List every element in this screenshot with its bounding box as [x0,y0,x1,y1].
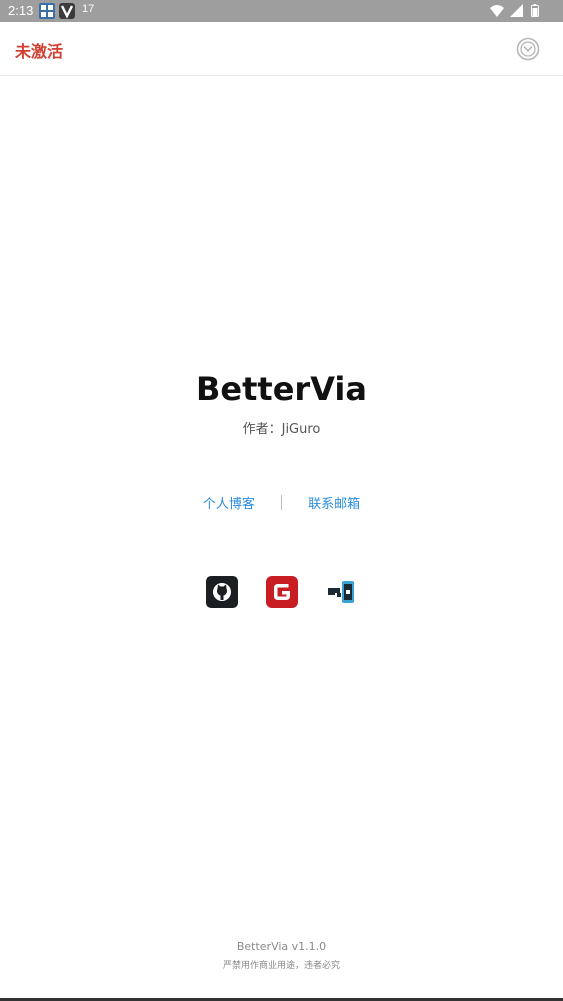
v-app-icon [59,3,75,19]
status-time: 2:13 [8,3,34,18]
links-row: 个人博客 联系邮箱 [0,493,563,512]
blog-link[interactable]: 个人博客 [203,497,255,512]
activation-status[interactable]: 未激活 [15,38,63,62]
status-bar: 2:13 17 [0,0,563,22]
grid-app-icon [39,3,55,19]
wifi-icon [489,5,504,17]
app-name: BetterVia [196,370,367,408]
links-divider [281,495,282,510]
footer-version: BetterVia v1.1.0 [236,940,327,953]
coolapk-icon[interactable] [326,576,358,608]
battery-icon [531,4,539,17]
app-bar: 未激活 [0,22,563,76]
gitee-icon[interactable] [265,576,298,608]
cell-signal-icon [509,4,523,17]
github-icon[interactable] [205,576,238,608]
circle-chevron-down-icon[interactable] [516,37,540,61]
footer-notice: 严禁用作商业用途，违者必究 [222,961,340,971]
status-signal-text: 17 [82,3,95,15]
social-row [0,576,563,608]
author-line: 作者：JiGuro [242,422,321,437]
email-link[interactable]: 联系邮箱 [308,497,360,512]
status-right-icons [489,4,539,21]
